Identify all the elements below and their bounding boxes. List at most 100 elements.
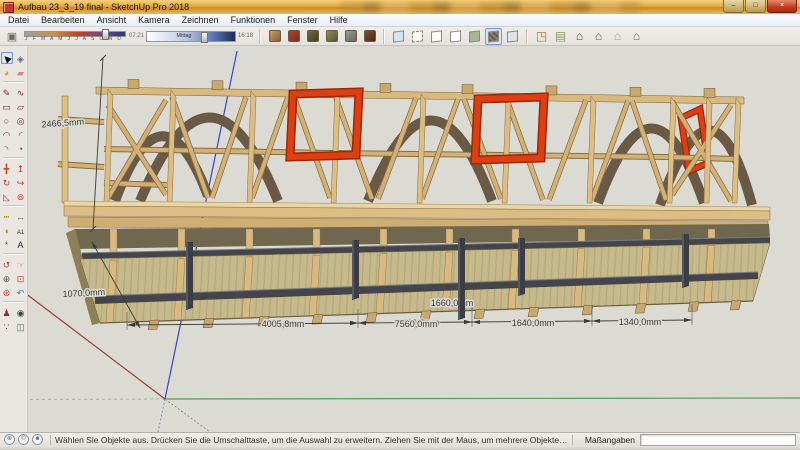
- dimension-tool[interactable]: ↔: [15, 210, 27, 222]
- time-slider-handle[interactable]: [201, 32, 208, 43]
- eraser-tool-icon: ▰: [17, 67, 24, 79]
- offset-tool[interactable]: ⊚: [15, 190, 27, 202]
- menu-hilfe[interactable]: Hilfe: [324, 14, 354, 26]
- sketchup-window: Aufbau 23_3_19 final - SketchUp Pro 2018…: [0, 0, 800, 450]
- text-tool[interactable]: A1: [15, 224, 27, 236]
- push-pull-tool[interactable]: ↥: [15, 162, 27, 174]
- walk-tool[interactable]: ∵: [1, 320, 13, 332]
- rectangle-tool-icon: ▭: [2, 101, 11, 113]
- style-thumb-5[interactable]: [342, 28, 359, 45]
- front-view-icon[interactable]: ⌂: [571, 28, 588, 45]
- style-thumb-1[interactable]: [266, 28, 283, 45]
- top-view-icon-glyph: ▤: [555, 30, 566, 42]
- tape-measure-tool[interactable]: ┅: [1, 210, 13, 222]
- close-button[interactable]: ×: [767, 0, 797, 13]
- style-thumb-6[interactable]: [361, 28, 378, 45]
- arc-tool[interactable]: ◠: [1, 128, 13, 140]
- shaded-with-textures-icon[interactable]: [485, 28, 502, 45]
- position-camera-tool[interactable]: ♟: [1, 306, 13, 318]
- status-separator: [572, 435, 573, 445]
- left-view-icon-glyph: ⌂: [614, 30, 621, 42]
- pan-tool[interactable]: ☞: [15, 258, 27, 270]
- move-tool[interactable]: ╋: [1, 162, 13, 174]
- credit-icon[interactable]: ©: [18, 434, 29, 445]
- sunset-time: 16:18: [238, 33, 253, 39]
- push-pull-tool-icon: ↥: [17, 163, 25, 175]
- hidden-line-icon[interactable]: [447, 28, 464, 45]
- section-plane-tool-icon: ◫: [16, 321, 25, 333]
- pie-tool[interactable]: ◔: [15, 142, 27, 154]
- window-title: Aufbau 23_3_19 final - SketchUp Pro 2018: [18, 2, 189, 12]
- menu-bearbeiten[interactable]: Bearbeiten: [35, 14, 91, 26]
- scale-tool[interactable]: ◺: [1, 190, 13, 202]
- measurements-input[interactable]: [640, 434, 796, 446]
- front-view-icon-glyph: ⌂: [576, 30, 583, 42]
- polygon-tool[interactable]: ◎: [15, 114, 27, 126]
- line-tool[interactable]: ✎: [1, 86, 13, 98]
- model-canvas[interactable]: 2466,5mm 1660,0mm 1070,0mm: [0, 46, 800, 432]
- orbit-tool[interactable]: ↺: [1, 258, 13, 270]
- 3d-text-tool[interactable]: A: [15, 238, 27, 250]
- right-view-icon[interactable]: ⌂: [590, 28, 607, 45]
- menu-ansicht[interactable]: Ansicht: [91, 14, 133, 26]
- make-component-tool[interactable]: ◈: [15, 52, 27, 64]
- style-thumb-3[interactable]: [304, 28, 321, 45]
- monochrome-icon[interactable]: [504, 28, 521, 45]
- paint-bucket-tool[interactable]: ◕: [1, 66, 13, 78]
- select-tool-icon: ▶: [0, 52, 13, 65]
- minimize-button[interactable]: –: [723, 0, 744, 13]
- back-edges-icon-glyph: [412, 30, 423, 42]
- menu-fenster[interactable]: Fenster: [281, 14, 324, 26]
- iso-view-icon-glyph: ◳: [536, 30, 547, 42]
- menu-kamera[interactable]: Kamera: [132, 14, 176, 26]
- shadow-time-slider[interactable]: Mittag: [146, 31, 236, 42]
- select-tool[interactable]: ▶: [1, 52, 13, 64]
- style-thumb-2[interactable]: [285, 28, 302, 45]
- left-view-icon[interactable]: ⌂: [609, 28, 626, 45]
- zoom-tool[interactable]: ⊕: [1, 272, 13, 284]
- xray-mode-icon[interactable]: [390, 28, 407, 45]
- monochrome-icon-glyph: [507, 30, 518, 42]
- look-around-tool[interactable]: ◉: [15, 306, 27, 318]
- top-view-icon[interactable]: ▤: [552, 28, 569, 45]
- rotated-rectangle-tool[interactable]: ▱: [15, 100, 27, 112]
- shadow-date-slider[interactable]: J F M A M J J A S O N D: [24, 29, 124, 43]
- roof-window-1: [290, 92, 359, 157]
- previous-view-tool[interactable]: ↶: [15, 286, 27, 298]
- zoom-window-tool[interactable]: ⊡: [15, 272, 27, 284]
- signin-icon[interactable]: ☻: [32, 434, 43, 445]
- geolocation-icon[interactable]: ⊕: [4, 434, 15, 445]
- zoom-extents-tool[interactable]: ⊛: [1, 286, 13, 298]
- shadows-toggle-icon[interactable]: ▣: [3, 28, 21, 45]
- wireframe-icon[interactable]: [428, 28, 445, 45]
- model-viewport[interactable]: 2466,5mm 1660,0mm 1070,0mm: [0, 46, 800, 432]
- section-plane-tool[interactable]: ◫: [15, 320, 27, 332]
- iso-view-icon[interactable]: ◳: [533, 28, 550, 45]
- dim-occluded: 1660,0mm: [431, 298, 474, 308]
- menu-zeichnen[interactable]: Zeichnen: [176, 14, 225, 26]
- make-component-tool-icon: ◈: [17, 53, 24, 65]
- window-bottom-frame: [0, 446, 800, 450]
- follow-me-tool[interactable]: ↪: [15, 176, 27, 188]
- circle-tool[interactable]: ○: [1, 114, 13, 126]
- style-thumb-4[interactable]: [323, 28, 340, 45]
- three-point-arc-tool[interactable]: ◝: [1, 142, 13, 154]
- axes-tool[interactable]: *: [1, 238, 13, 250]
- noon-label: Mittag: [147, 33, 221, 39]
- back-view-icon[interactable]: ⌂: [628, 28, 645, 45]
- eraser-tool[interactable]: ▰: [15, 66, 27, 78]
- offset-tool-icon: ⊚: [17, 191, 25, 203]
- title-bar[interactable]: Aufbau 23_3_19 final - SketchUp Pro 2018…: [0, 0, 800, 14]
- rotate-tool[interactable]: ↻: [1, 176, 13, 188]
- protractor-tool[interactable]: ◖: [1, 224, 13, 236]
- two-point-arc-tool[interactable]: ◜: [15, 128, 27, 140]
- date-slider-handle[interactable]: [102, 29, 109, 40]
- menu-funktionen[interactable]: Funktionen: [225, 14, 282, 26]
- rectangle-tool[interactable]: ▭: [1, 100, 13, 112]
- freehand-tool[interactable]: ∿: [15, 86, 27, 98]
- sketchup-app-icon: [3, 2, 14, 13]
- back-edges-icon[interactable]: [409, 28, 426, 45]
- shaded-icon[interactable]: [466, 28, 483, 45]
- maximize-button[interactable]: □: [745, 0, 766, 13]
- menu-datei[interactable]: Datei: [2, 14, 35, 26]
